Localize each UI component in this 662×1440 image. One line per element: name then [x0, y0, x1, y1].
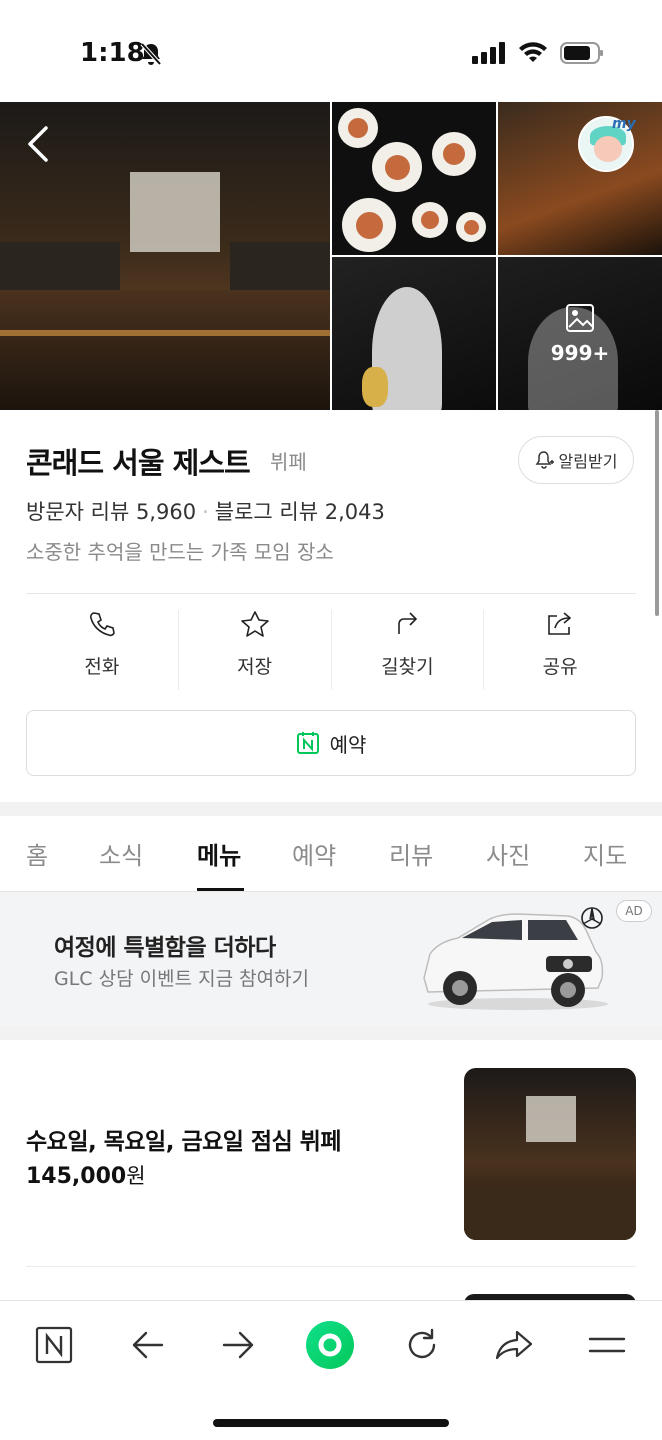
photo-gallery[interactable]: 999+ my [0, 102, 662, 410]
my-badge-icon: my [612, 116, 637, 132]
notify-label: 알림받기 [558, 452, 618, 471]
reload-button[interactable] [392, 1323, 452, 1367]
share-page-button[interactable] [484, 1323, 544, 1367]
tab-reviews[interactable]: 리뷰 [389, 836, 433, 871]
signal-icon [472, 42, 505, 64]
tab-news[interactable]: 소식 [99, 836, 143, 871]
naver-calendar-icon [296, 732, 319, 754]
reserve-label: 예약 [329, 732, 367, 757]
share-icon [548, 612, 572, 635]
tab-menu[interactable]: 메뉴 [197, 836, 241, 871]
forward-button[interactable] [209, 1323, 269, 1367]
naver-home-button[interactable] [24, 1323, 84, 1367]
directions-button[interactable]: 길찾기 [332, 610, 485, 690]
visitor-reviews-link[interactable]: 방문자 리뷰 5,960 [26, 500, 196, 524]
section-gap [0, 802, 662, 816]
save-label: 저장 [237, 656, 273, 678]
tab-reservation[interactable]: 예약 [292, 836, 336, 871]
green-dot-button[interactable] [300, 1321, 360, 1369]
photo-count-overlay[interactable]: 999+ [498, 257, 662, 410]
battery-icon [560, 42, 603, 64]
directions-icon [398, 612, 418, 634]
arrow-left-icon [132, 1331, 164, 1359]
ad-banner[interactable]: 여정에 특별함을 더하다 GLC 상담 이벤트 지금 참여하기 AD [0, 892, 662, 1026]
reserve-button[interactable]: 예약 [26, 710, 636, 776]
share-button[interactable]: 공유 [484, 610, 636, 690]
photo-food-platter[interactable] [332, 102, 496, 255]
tab-bar: 홈 소식 메뉴 예약 리뷰 사진 지도 [0, 816, 662, 892]
arrow-right-icon [222, 1331, 254, 1359]
photo-icon [566, 303, 594, 332]
menu-list: 수요일, 목요일, 금요일 점심 뷔페 145,000원 [0, 1040, 662, 1304]
home-indicator[interactable] [213, 1419, 449, 1427]
status-time: 1:18 [80, 38, 145, 68]
suv-car-image [423, 913, 608, 1010]
divider [26, 1266, 636, 1267]
place-description: 소중한 추억을 만드는 가족 모임 장소 [26, 540, 334, 564]
tab-map[interactable]: 지도 [583, 836, 627, 871]
bell-muted-icon [140, 42, 162, 66]
status-bar: 1:18 [0, 0, 662, 102]
save-button[interactable]: 저장 [179, 610, 332, 690]
back-button[interactable] [117, 1323, 177, 1367]
green-dot-icon [306, 1321, 354, 1369]
scrollbar[interactable] [655, 410, 659, 616]
wifi-icon [519, 42, 547, 62]
phone-icon [89, 612, 115, 637]
action-bar: 전화 저장 길찾기 공유 [26, 610, 636, 690]
menu-item-price: 145,000원 [26, 1164, 146, 1189]
svg-text:my: my [612, 116, 637, 132]
photo-chef[interactable] [332, 257, 496, 410]
tab-home[interactable]: 홈 [26, 836, 48, 871]
photo-count-label: 999+ [550, 340, 610, 365]
tab-photos[interactable]: 사진 [486, 836, 530, 871]
ad-headline: 여정에 특별함을 더하다 [54, 935, 276, 961]
browser-toolbar [0, 1300, 662, 1440]
notify-button[interactable]: 알림받기 [518, 436, 634, 484]
status-icons [472, 42, 604, 64]
place-name: 콘래드 서울 제스트 [26, 446, 251, 480]
call-button[interactable]: 전화 [26, 610, 179, 690]
menu-button[interactable] [577, 1323, 637, 1367]
naver-n-icon [35, 1326, 73, 1364]
active-tab-indicator [197, 888, 244, 891]
ad-badge[interactable]: AD [616, 900, 652, 922]
call-label: 전화 [84, 656, 120, 678]
section-gap [0, 1026, 662, 1040]
ad-subtext: GLC 상담 이벤트 지금 참여하기 [54, 968, 310, 990]
back-arrow-icon[interactable] [24, 126, 52, 162]
reload-icon [408, 1328, 436, 1359]
share-arrow-icon [495, 1330, 533, 1360]
blog-reviews-link[interactable]: 블로그 리뷰 2,043 [215, 500, 385, 524]
star-icon [240, 611, 269, 637]
review-stats: 방문자 리뷰 5,960 · 블로그 리뷰 2,043 [26, 500, 385, 524]
bell-plus-icon [535, 451, 554, 469]
place-category: 뷔페 [270, 450, 307, 474]
directions-label: 길찾기 [381, 656, 434, 678]
menu-item-name: 수요일, 목요일, 금요일 점심 뷔페 [26, 1129, 342, 1155]
hamburger-menu-icon [588, 1337, 626, 1353]
menu-item-photo[interactable] [464, 1068, 636, 1240]
share-label: 공유 [542, 656, 578, 678]
divider [26, 593, 636, 594]
